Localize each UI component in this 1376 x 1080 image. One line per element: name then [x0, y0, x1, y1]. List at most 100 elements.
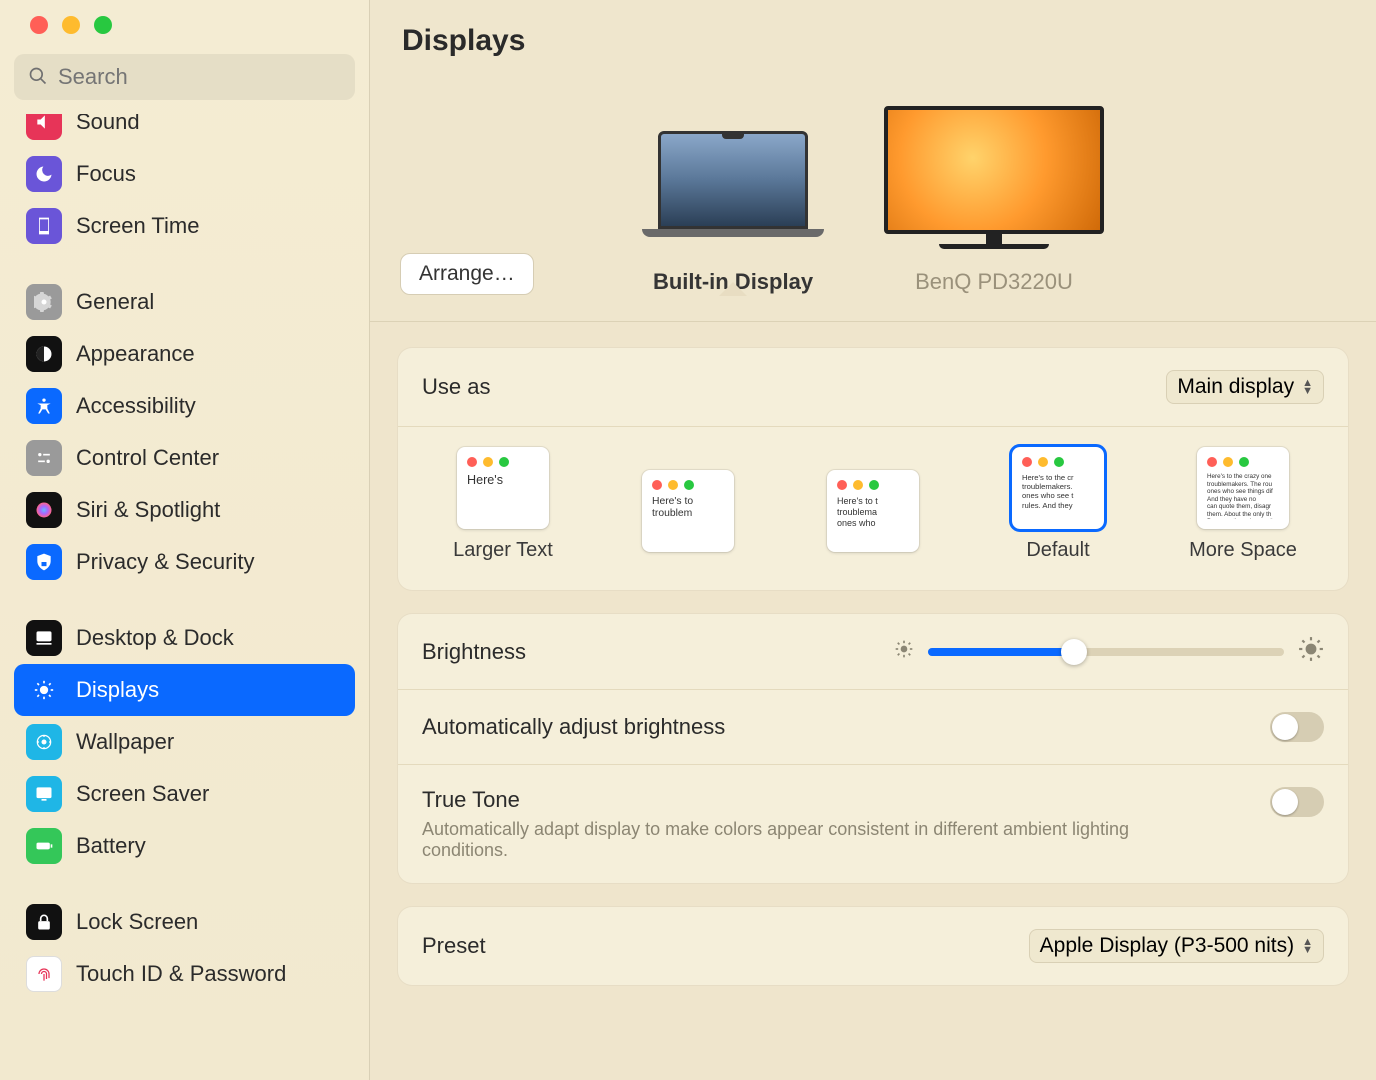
brightness-track[interactable] [928, 648, 1284, 656]
display-external-label: BenQ PD3220U [915, 269, 1073, 295]
siri-icon [26, 492, 62, 528]
sidebar-item-battery[interactable]: Battery [14, 820, 355, 872]
sun-large-icon [1298, 636, 1324, 667]
chevron-up-down-icon: ▲▼ [1302, 938, 1313, 954]
search-field-container [0, 54, 369, 114]
sidebar-item-accessibility[interactable]: Accessibility [14, 380, 355, 432]
display-external[interactable]: BenQ PD3220U [884, 106, 1104, 295]
search-input[interactable] [14, 54, 355, 100]
sidebar-item-screensaver[interactable]: Screen Saver [14, 768, 355, 820]
resolution-thumb: Here's to the crtroublemakers.ones who s… [1012, 447, 1104, 529]
resolution-option-1[interactable]: Here's to troublem [613, 470, 763, 562]
preset-value: Apple Display (P3-500 nits) [1040, 934, 1294, 958]
brightness-card: Brightness Automatically adjust brightne… [398, 614, 1348, 883]
true-tone-description: Automatically adapt display to make colo… [422, 819, 1142, 861]
sidebar-item-label: Siri & Spotlight [76, 497, 220, 523]
use-as-popup[interactable]: Main display ▲▼ [1166, 370, 1324, 404]
sidebar-nav: Sound Focus Screen Time General Appearance Ac… [0, 114, 369, 1000]
wallpaper-icon [26, 724, 62, 760]
sidebar-item-displays[interactable]: Displays [14, 664, 355, 716]
resolution-option-4[interactable]: Here's to the crazy onetroublemakers. Th… [1168, 447, 1318, 562]
resolution-caption: More Space [1189, 539, 1297, 562]
use-as-value: Main display [1177, 375, 1294, 399]
displays-icon [26, 672, 62, 708]
arrange-button[interactable]: Arrange… [400, 253, 534, 295]
accessibility-icon [26, 388, 62, 424]
sidebar-item-sound[interactable]: Sound [14, 114, 355, 148]
sidebar-item-lock[interactable]: Lock Screen [14, 896, 355, 948]
preset-card: Preset Apple Display (P3-500 nits) ▲▼ [398, 907, 1348, 985]
sidebar-item-label: General [76, 289, 154, 315]
resolution-caption: Larger Text [453, 539, 553, 562]
sidebar-item-label: Lock Screen [76, 909, 198, 935]
sidebar-item-touchid[interactable]: Touch ID & Password [14, 948, 355, 1000]
preset-popup[interactable]: Apple Display (P3-500 nits) ▲▼ [1029, 929, 1324, 963]
resolution-thumb: Here's [457, 447, 549, 529]
zoom-icon[interactable] [94, 16, 112, 34]
resolution-option-0[interactable]: Here's Larger Text [428, 447, 578, 562]
privacy-icon [26, 544, 62, 580]
screentime-icon [26, 208, 62, 244]
auto-brightness-toggle[interactable] [1270, 712, 1324, 742]
sidebar-item-appearance[interactable]: Appearance [14, 328, 355, 380]
selected-display-caret-icon [719, 282, 747, 296]
sidebar-item-label: Displays [76, 677, 159, 703]
display-builtin[interactable]: Built-in Display [642, 131, 824, 295]
focus-icon [26, 156, 62, 192]
sidebar-item-label: Desktop & Dock [76, 625, 234, 651]
use-as-label: Use as [422, 374, 490, 400]
sidebar-item-screentime[interactable]: Screen Time [14, 200, 355, 252]
true-tone-toggle[interactable] [1270, 787, 1324, 817]
brightness-knob[interactable] [1061, 639, 1087, 665]
brightness-label: Brightness [422, 639, 526, 665]
sidebar-item-label: Screen Saver [76, 781, 209, 807]
sidebar-item-label: Privacy & Security [76, 549, 255, 575]
sidebar-item-privacy[interactable]: Privacy & Security [14, 536, 355, 588]
sidebar-item-general[interactable]: General [14, 276, 355, 328]
general-icon [26, 284, 62, 320]
auto-brightness-label: Automatically adjust brightness [422, 714, 725, 740]
resolution-thumb: Here's to ttroublemaones who [827, 470, 919, 552]
resolution-option-3[interactable]: Here's to the crtroublemakers.ones who s… [983, 447, 1133, 562]
close-icon[interactable] [30, 16, 48, 34]
lock-icon [26, 904, 62, 940]
appearance-icon [26, 336, 62, 372]
brightness-slider[interactable] [894, 636, 1324, 667]
display-picker: Arrange… Built-in Display BenQ PD3220U [370, 76, 1376, 322]
monitor-icon [884, 106, 1104, 251]
use-as-card: Use as Main display ▲▼ Here's Larger Text… [398, 348, 1348, 590]
chevron-up-down-icon: ▲▼ [1302, 379, 1313, 395]
sidebar-item-label: Control Center [76, 445, 219, 471]
sidebar-item-label: Screen Time [76, 213, 200, 239]
window-controls [0, 16, 369, 54]
sidebar-item-desktop[interactable]: Desktop & Dock [14, 612, 355, 664]
desktop-icon [26, 620, 62, 656]
sidebar-item-label: Appearance [76, 341, 195, 367]
touchid-icon [26, 956, 62, 992]
sidebar-item-label: Focus [76, 161, 136, 187]
sidebar-item-siri[interactable]: Siri & Spotlight [14, 484, 355, 536]
true-tone-label: True Tone [422, 787, 1270, 813]
battery-icon [26, 828, 62, 864]
laptop-icon [642, 131, 824, 251]
screensaver-icon [26, 776, 62, 812]
sidebar-item-controlcenter[interactable]: Control Center [14, 432, 355, 484]
main-pane: Displays Arrange… Built-in Display BenQ … [370, 0, 1376, 1080]
controlcenter-icon [26, 440, 62, 476]
sidebar-item-focus[interactable]: Focus [14, 148, 355, 200]
sidebar: Sound Focus Screen Time General Appearance Ac… [0, 0, 370, 1080]
sidebar-item-label: Accessibility [76, 393, 196, 419]
sidebar-item-wallpaper[interactable]: Wallpaper [14, 716, 355, 768]
resolution-option-2[interactable]: Here's to ttroublemaones who [798, 470, 948, 562]
resolution-picker: Here's Larger Text Here's to troublem Here'… [398, 426, 1348, 590]
sidebar-item-label: Sound [76, 114, 140, 135]
sidebar-item-label: Wallpaper [76, 729, 174, 755]
minimize-icon[interactable] [62, 16, 80, 34]
settings-scroll[interactable]: Use as Main display ▲▼ Here's Larger Text… [370, 322, 1376, 1080]
page-title: Displays [370, 0, 1376, 76]
sound-icon [26, 114, 62, 140]
preset-label: Preset [422, 933, 486, 959]
sidebar-item-label: Touch ID & Password [76, 961, 286, 987]
sidebar-item-label: Battery [76, 833, 146, 859]
resolution-thumb: Here's to troublem [642, 470, 734, 552]
